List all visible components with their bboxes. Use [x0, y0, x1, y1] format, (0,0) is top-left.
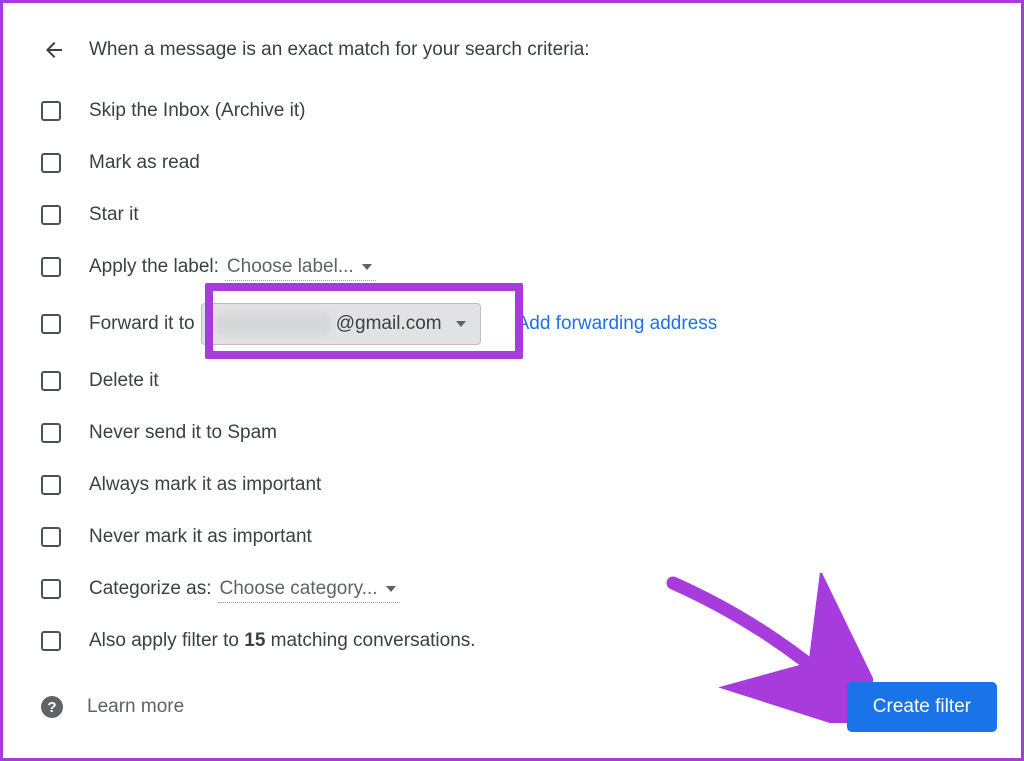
help-icon[interactable]: ? [41, 696, 63, 718]
option-always-important: Always mark it as important [41, 459, 1021, 511]
option-label: Mark as read [89, 152, 200, 174]
checkbox-also-apply[interactable] [41, 631, 61, 651]
option-star-it: Star it [41, 189, 1021, 241]
checkbox-mark-read[interactable] [41, 153, 61, 173]
option-label: Skip the Inbox (Archive it) [89, 100, 305, 122]
option-label: Never mark it as important [89, 526, 312, 548]
checkbox-forward[interactable] [41, 314, 61, 334]
forward-address-wrapper: @gmail.com [201, 303, 481, 345]
option-never-important: Never mark it as important [41, 511, 1021, 563]
checkbox-skip-inbox[interactable] [41, 101, 61, 121]
forward-address-dropdown[interactable]: @gmail.com [201, 303, 481, 345]
option-label: Apply the label: [89, 256, 219, 278]
option-forward: Forward it to @gmail.com Add forwarding … [41, 293, 1021, 355]
option-categorize: Categorize as: Choose category... [41, 563, 1021, 615]
also-apply-suffix: matching conversations. [265, 630, 475, 651]
create-filter-button[interactable]: Create filter [847, 682, 997, 732]
option-label: Categorize as: [89, 578, 212, 600]
chevron-down-icon [386, 586, 396, 592]
option-label: Delete it [89, 370, 159, 392]
option-label: Forward it to [89, 313, 195, 335]
checkbox-apply-label[interactable] [41, 257, 61, 277]
checkbox-categorize[interactable] [41, 579, 61, 599]
checkbox-always-important[interactable] [41, 475, 61, 495]
option-mark-read: Mark as read [41, 137, 1021, 189]
filter-options-list: Skip the Inbox (Archive it) Mark as read… [3, 63, 1021, 667]
chevron-down-icon [456, 321, 466, 327]
learn-more-link[interactable]: Learn more [87, 696, 184, 718]
also-apply-prefix: Also apply filter to [89, 630, 244, 651]
dialog-title: When a message is an exact match for you… [89, 39, 590, 61]
option-skip-inbox: Skip the Inbox (Archive it) [41, 85, 1021, 137]
option-delete-it: Delete it [41, 355, 1021, 407]
checkbox-star-it[interactable] [41, 205, 61, 225]
back-button[interactable] [41, 37, 67, 63]
option-label: Always mark it as important [89, 474, 321, 496]
label-dropdown[interactable]: Choose label... [225, 254, 376, 281]
match-count: 15 [244, 630, 265, 651]
option-label: Never send it to Spam [89, 422, 277, 444]
option-apply-label: Apply the label: Choose label... [41, 241, 1021, 293]
chevron-down-icon [362, 264, 372, 270]
checkbox-never-spam[interactable] [41, 423, 61, 443]
dialog-header: When a message is an exact match for you… [3, 3, 1021, 63]
redacted-username [216, 313, 330, 335]
filter-creation-dialog: When a message is an exact match for you… [0, 0, 1024, 761]
footer-left: ? Learn more [41, 696, 184, 718]
option-never-spam: Never send it to Spam [41, 407, 1021, 459]
arrow-left-icon [42, 38, 66, 62]
add-forwarding-address-link[interactable]: Add forwarding address [517, 313, 718, 335]
checkbox-delete-it[interactable] [41, 371, 61, 391]
checkbox-never-important[interactable] [41, 527, 61, 547]
option-label: Star it [89, 204, 139, 226]
category-dropdown[interactable]: Choose category... [218, 576, 400, 603]
option-label: Also apply filter to 15 matching convers… [89, 630, 476, 652]
dropdown-value: Choose category... [220, 578, 378, 600]
forward-domain-text: @gmail.com [336, 313, 442, 335]
option-also-apply: Also apply filter to 15 matching convers… [41, 615, 1021, 667]
dropdown-value: Choose label... [227, 256, 354, 278]
dialog-footer: ? Learn more Create filter [41, 682, 997, 732]
